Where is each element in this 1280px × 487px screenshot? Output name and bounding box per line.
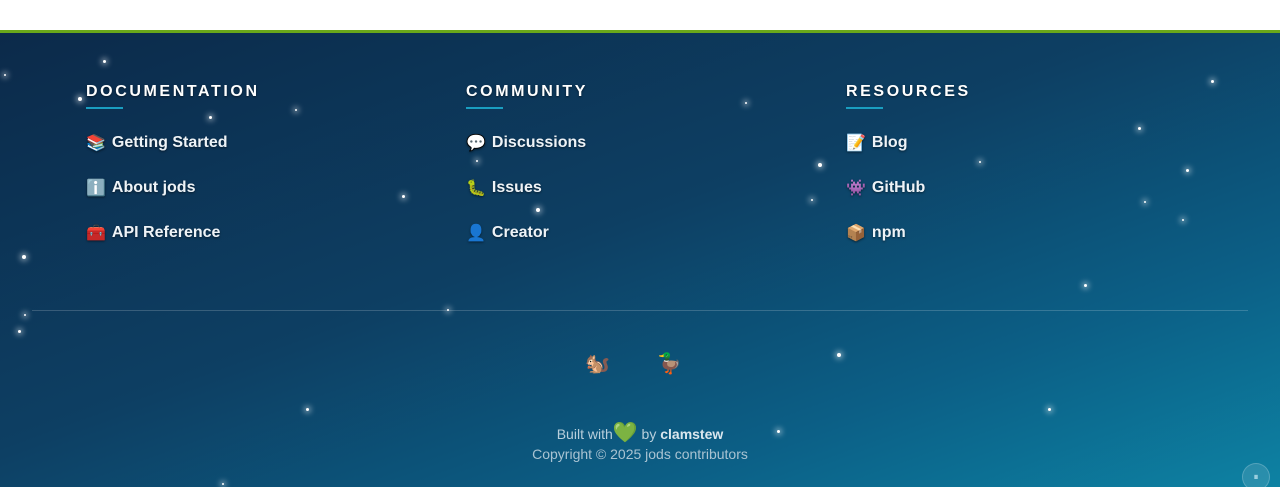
link-label: Getting Started	[111, 134, 228, 151]
star	[18, 330, 21, 333]
star	[818, 163, 822, 167]
page-top	[0, 0, 1280, 30]
star	[4, 74, 6, 76]
footer-column-community: COMMUNITY 💬 Discussions 🐛 Issues 👤 Creator	[466, 83, 588, 243]
memo-icon: 📝	[846, 135, 866, 152]
link-creator[interactable]: 👤 Creator	[466, 223, 588, 243]
star	[837, 353, 841, 357]
link-label: Blog	[871, 134, 908, 151]
heading-underline	[846, 107, 883, 109]
link-issues[interactable]: 🐛 Issues	[466, 178, 588, 198]
link-npm[interactable]: 📦 npm	[846, 223, 971, 243]
star	[979, 161, 981, 163]
link-blog[interactable]: 📝 Blog	[846, 133, 971, 153]
star	[24, 314, 26, 316]
link-label: Issues	[491, 179, 542, 196]
star	[78, 97, 82, 101]
column-heading: COMMUNITY	[466, 83, 589, 100]
star	[1186, 169, 1189, 172]
books-icon: 📚	[86, 135, 106, 152]
star	[222, 483, 224, 485]
heart-icon: 💚	[612, 422, 638, 444]
star	[1138, 127, 1141, 130]
site-footer: DOCUMENTATION 📚 Getting Started ℹ️ About j…	[0, 30, 1280, 487]
bug-icon: 🐛	[466, 180, 486, 197]
link-label: GitHub	[871, 179, 926, 196]
squirrel-icon: 🐿️	[585, 353, 610, 375]
star	[1048, 408, 1051, 411]
link-about-jods[interactable]: ℹ️ About jods	[86, 178, 260, 198]
link-label: About jods	[111, 179, 196, 196]
heading-underline	[86, 107, 123, 109]
package-icon: 📦	[846, 225, 866, 242]
built-prefix: Built with	[556, 426, 613, 442]
star	[103, 60, 106, 63]
star	[295, 109, 297, 111]
alien-monster-icon: 👾	[846, 180, 866, 197]
pause-animation-button[interactable]: ⏸	[1242, 463, 1270, 487]
copyright: Copyright © 2025 jods contributors	[532, 446, 748, 462]
link-github[interactable]: 👾 GitHub	[846, 178, 971, 198]
link-label: Discussions	[491, 134, 587, 151]
toolbox-icon: 🧰	[86, 225, 106, 242]
link-getting-started[interactable]: 📚 Getting Started	[86, 133, 260, 153]
author-link[interactable]: clamstew	[660, 426, 723, 442]
footer-column-resources: RESOURCES 📝 Blog 👾 GitHub 📦 npm	[846, 83, 971, 243]
star	[1182, 219, 1184, 221]
info-icon: ℹ️	[86, 180, 106, 197]
link-label: npm	[871, 224, 906, 241]
link-discussions[interactable]: 💬 Discussions	[466, 133, 588, 153]
duck-icon: 🦆	[657, 353, 682, 375]
pause-icon: ⏸	[1253, 471, 1259, 483]
star	[1084, 284, 1087, 287]
footer-column-documentation: DOCUMENTATION 📚 Getting Started ℹ️ About j…	[86, 83, 260, 243]
star	[745, 102, 747, 104]
star	[1211, 80, 1214, 83]
speech-bubble-icon: 💬	[466, 135, 486, 152]
built-with-text: Built with💚 by clamstew	[0, 420, 1280, 445]
heading-underline	[466, 107, 503, 109]
built-by: by	[641, 426, 657, 442]
column-heading: RESOURCES	[846, 83, 971, 100]
link-label: API Reference	[111, 224, 221, 241]
star	[1144, 201, 1146, 203]
link-label: Creator	[491, 224, 549, 241]
column-heading: DOCUMENTATION	[86, 83, 260, 100]
person-icon: 👤	[466, 225, 486, 242]
divider	[32, 310, 1248, 311]
link-api-reference[interactable]: 🧰 API Reference	[86, 223, 260, 243]
star	[402, 195, 405, 198]
star	[306, 408, 309, 411]
star	[811, 199, 813, 201]
star	[22, 255, 26, 259]
